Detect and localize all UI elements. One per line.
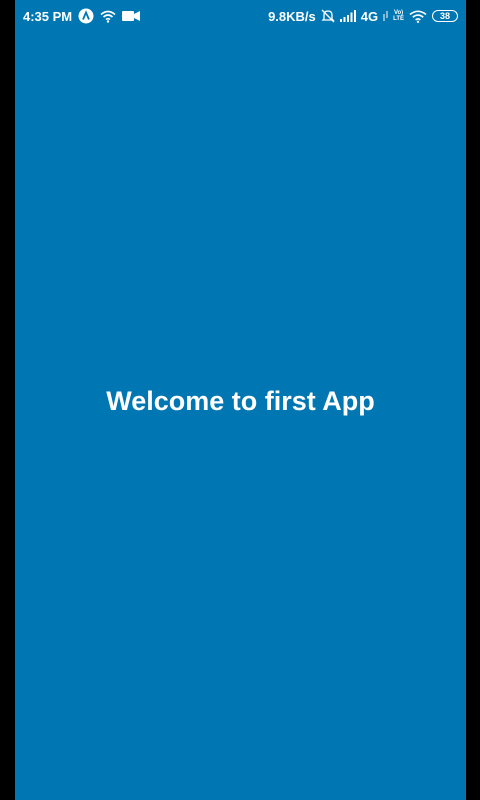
status-bar: 4:35 PM 9.8KB/s 4G Vo) LTE 38	[15, 0, 466, 32]
battery-icon: 38	[432, 10, 458, 22]
device-screen: 4:35 PM 9.8KB/s 4G Vo) LTE 38 Welcome to…	[0, 0, 480, 800]
video-camera-icon	[122, 10, 141, 22]
volte-bottom-label: LTE	[393, 16, 404, 22]
wifi-icon	[100, 10, 116, 23]
app-window: 4:35 PM 9.8KB/s 4G Vo) LTE 38 Welcome to…	[15, 0, 466, 800]
app-notification-icon	[78, 8, 94, 24]
network-activity-icon	[383, 11, 388, 21]
network-type: 4G	[360, 8, 379, 24]
wifi-icon	[409, 10, 427, 23]
alarm-off-icon	[321, 9, 335, 23]
welcome-message: Welcome to first App	[106, 386, 375, 416]
status-bar-left: 4:35 PM	[23, 8, 141, 24]
volte-icon: Vo) LTE	[393, 10, 404, 22]
battery-level: 38	[439, 10, 450, 21]
signal-bars-icon	[339, 10, 356, 22]
network-speed: 9.8KB/s	[268, 8, 316, 24]
status-time: 4:35 PM	[23, 8, 73, 24]
status-bar-right: 9.8KB/s 4G Vo) LTE 38	[268, 8, 458, 24]
